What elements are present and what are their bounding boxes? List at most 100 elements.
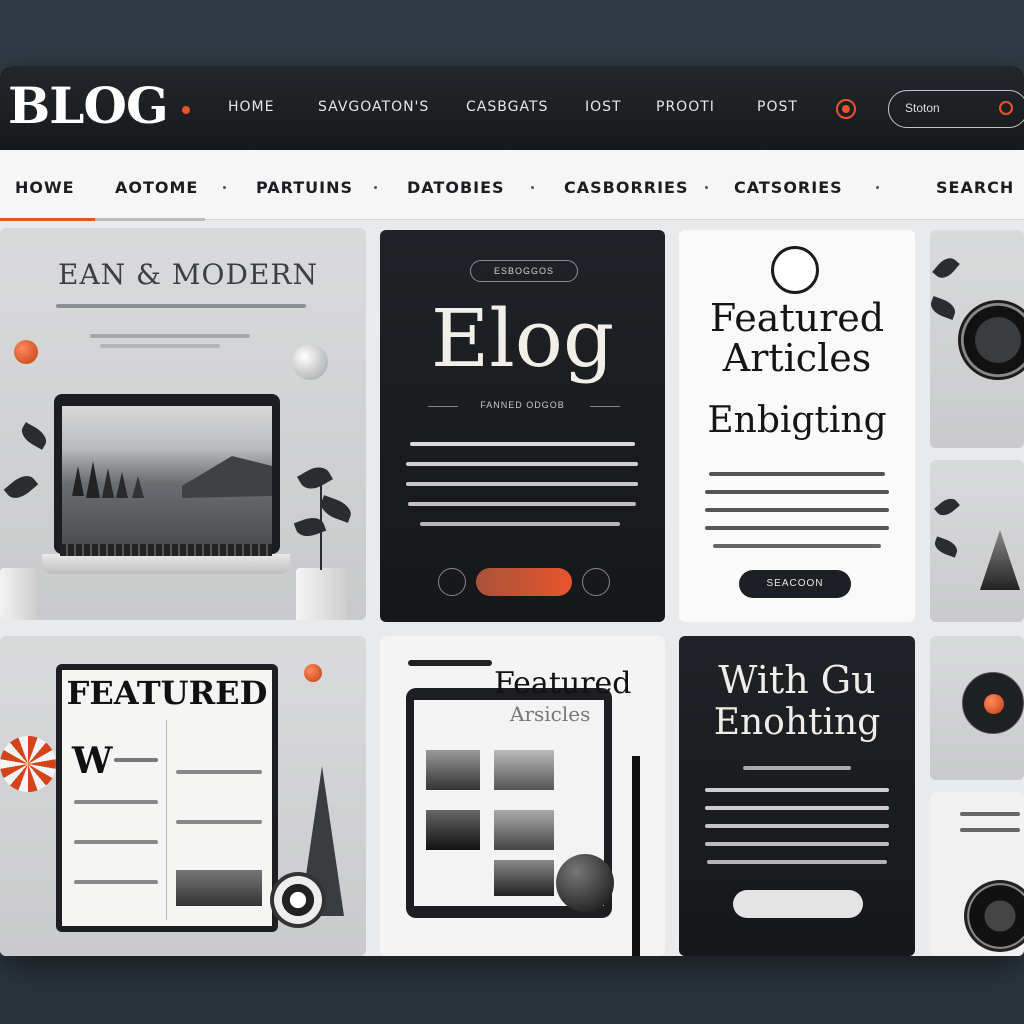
body-text	[705, 824, 889, 828]
hero-card[interactable]: EAN & MODERN	[0, 228, 366, 620]
article-image	[176, 870, 262, 906]
body-text	[705, 508, 889, 512]
dark-article-card[interactable]: With Gu Enohting	[679, 636, 915, 956]
tablet-card-subtitle: Arsicles	[510, 702, 591, 726]
blog-card[interactable]: ESBOGGOS Elog FANNED ODGOB	[380, 230, 665, 622]
dark-card-title-1: With Gu	[718, 658, 876, 702]
nav-item-5[interactable]: CASBORRIES	[564, 178, 689, 197]
compass-icon	[964, 880, 1024, 952]
plant-pot	[296, 568, 346, 620]
body-text	[743, 766, 851, 770]
body-text	[705, 806, 889, 810]
record-icon[interactable]	[836, 99, 856, 119]
featured-title-1: Featured	[709, 296, 885, 340]
tablet-card-title: Featured	[494, 666, 632, 701]
prev-icon[interactable]	[438, 568, 466, 596]
top-nav-item-2[interactable]: SAVGOATON'S	[318, 99, 429, 115]
leaf-icon	[930, 296, 958, 320]
tablet-card[interactable]: Featured Arsicles	[380, 636, 665, 956]
magnifier-icon	[771, 246, 819, 294]
top-search-field[interactable]: Stoton	[888, 90, 1024, 128]
magazine-cover: FEATURED W	[56, 664, 278, 932]
top-bar: BLOG HOME SAVGOATON'S CASBGATS IOST PROO…	[0, 66, 1024, 150]
thumbnail-image	[426, 810, 480, 850]
nav-search-link[interactable]: SEARCH	[936, 178, 1014, 197]
body-text	[705, 788, 889, 792]
hero-subtext	[100, 344, 220, 348]
hero-subtext	[90, 334, 250, 338]
pagination-bar[interactable]	[733, 890, 863, 918]
top-nav-home[interactable]: HOME	[228, 99, 274, 115]
read-more-button[interactable]	[476, 568, 572, 596]
plant-pot	[0, 568, 36, 620]
featured-cta-button[interactable]: SEACOON	[739, 570, 851, 598]
top-nav-item-5[interactable]: PROOTI	[656, 99, 715, 115]
magazine-card[interactable]: FEATURED W	[0, 636, 366, 956]
site-logo[interactable]: BLOG	[8, 76, 169, 135]
page-fold	[166, 720, 167, 920]
blog-badge: ESBOGGOS	[470, 260, 578, 282]
hero-headline: EAN & MODERN	[58, 258, 318, 291]
thumbnail-image	[494, 810, 554, 850]
nav-item-2[interactable]: AOTOME	[115, 178, 198, 197]
blog-card-title: Elog	[430, 292, 615, 385]
orange-orb-icon	[984, 694, 1004, 714]
laptop-keyboard	[60, 544, 272, 556]
nav-separator	[531, 186, 534, 189]
nav-item-3[interactable]: PARTUINS	[256, 178, 353, 197]
trees-icon	[72, 456, 272, 498]
magazine-title: FEATURED	[66, 674, 268, 712]
body-text	[406, 482, 638, 486]
body-text	[114, 758, 158, 762]
leaf-icon	[297, 461, 333, 495]
next-icon[interactable]	[582, 568, 610, 596]
featured-title-2: Articles	[722, 336, 872, 380]
top-nav-item-4[interactable]: IOST	[585, 99, 622, 115]
striped-ball-icon	[0, 736, 56, 792]
body-text	[960, 812, 1020, 816]
thumbnail-image	[494, 750, 554, 790]
body-text	[960, 828, 1020, 832]
nav-item-home[interactable]: HOWE	[15, 178, 75, 197]
body-text	[74, 880, 158, 884]
body-text	[74, 840, 158, 844]
spiral-shell-icon	[270, 872, 326, 928]
leaf-icon	[932, 536, 960, 558]
body-text	[176, 820, 262, 824]
body-text	[713, 544, 881, 548]
search-icon[interactable]	[999, 101, 1013, 115]
nav-separator	[876, 186, 879, 189]
compass-card[interactable]	[930, 230, 1024, 448]
laptop-screen	[54, 394, 280, 554]
active-nav-underline	[0, 218, 205, 221]
body-text	[74, 800, 158, 804]
nav-item-6[interactable]: CATSORIES	[734, 178, 843, 197]
compass-card-2[interactable]	[930, 792, 1024, 956]
top-nav-post[interactable]: POST	[757, 99, 798, 115]
decor-object-icon	[980, 530, 1020, 590]
orange-berry-icon	[14, 340, 38, 364]
body-text	[406, 462, 638, 466]
landscape-image	[62, 406, 272, 546]
nav-separator	[223, 186, 226, 189]
dark-card-title-2: Enohting	[713, 702, 881, 743]
body-text	[705, 490, 889, 494]
pen-icon	[408, 660, 492, 666]
featured-title-3: Enbigting	[707, 400, 887, 441]
orb-card[interactable]	[930, 636, 1024, 780]
divider	[590, 406, 620, 407]
app-window: BLOG HOME SAVGOATON'S CASBGATS IOST PROO…	[0, 66, 1024, 956]
divider	[428, 406, 458, 407]
decor-ball-icon	[292, 344, 328, 380]
nav-separator	[705, 186, 708, 189]
featured-articles-card[interactable]: Featured Articles Enbigting SEACOON	[679, 230, 915, 622]
image-card[interactable]	[930, 460, 1024, 622]
nav-item-4[interactable]: DATOBIES	[407, 178, 505, 197]
top-nav-item-3[interactable]: CASBGATS	[466, 99, 548, 115]
black-sphere-icon	[556, 854, 614, 912]
pencil-icon	[632, 756, 640, 956]
body-text	[410, 442, 635, 446]
magazine-drop-cap: W	[72, 740, 113, 782]
body-text	[408, 502, 636, 506]
top-search-placeholder: Stoton	[905, 101, 940, 115]
